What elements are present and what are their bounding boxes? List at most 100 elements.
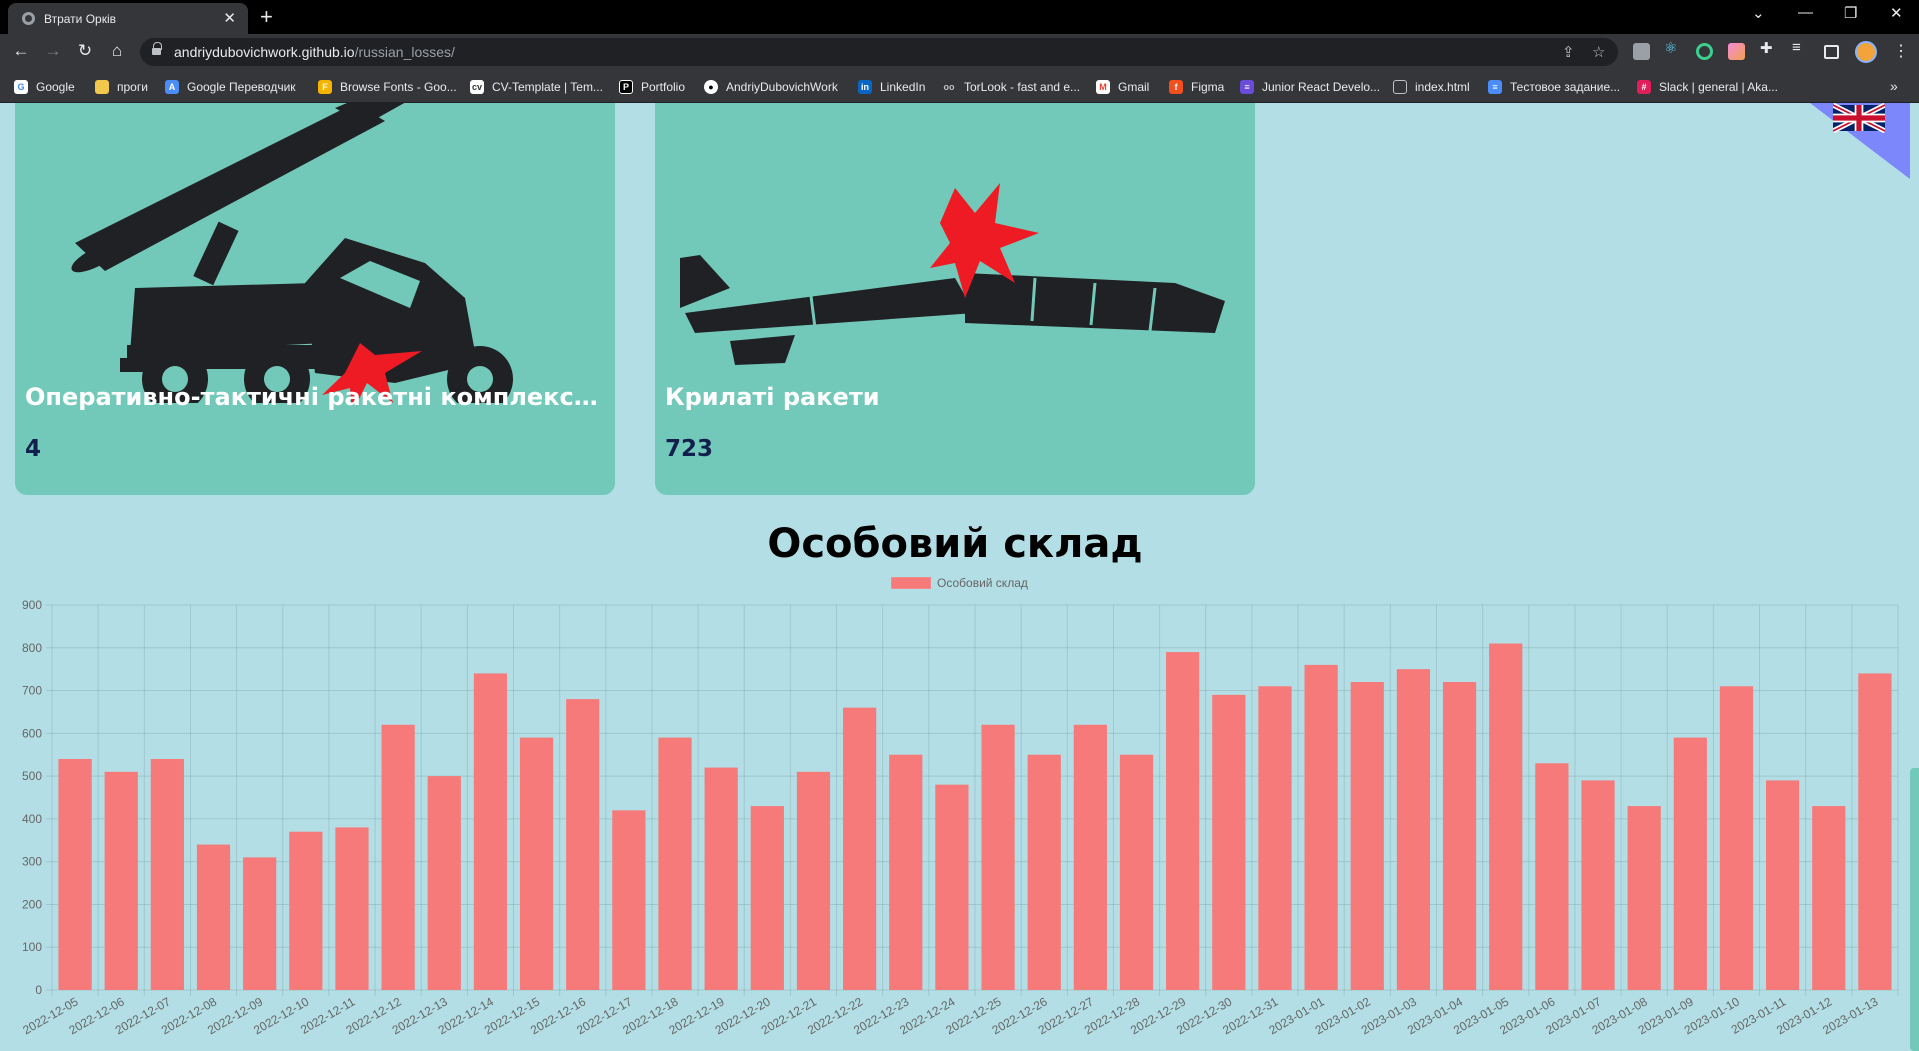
side-panel-icon[interactable] bbox=[1824, 45, 1839, 59]
extension-screenshot-icon[interactable] bbox=[1633, 43, 1650, 60]
bar[interactable] bbox=[1719, 686, 1754, 990]
share-icon[interactable]: ⇪ bbox=[1562, 43, 1575, 61]
bar[interactable] bbox=[704, 767, 738, 990]
back-icon[interactable]: ← bbox=[10, 41, 32, 61]
bar[interactable] bbox=[1166, 652, 1200, 990]
github-icon: ● bbox=[704, 80, 718, 94]
y-tick-label: 100 bbox=[22, 940, 42, 954]
bookmark-docs[interactable]: ≡ Тестовое задание... bbox=[1488, 78, 1620, 96]
bar[interactable] bbox=[1304, 664, 1338, 990]
y-tick-label: 400 bbox=[22, 812, 42, 826]
browser-menu-icon[interactable]: ⋮ bbox=[1893, 41, 1909, 61]
bookmarks-bar: G Google проги A Google Переводчик F Browse… bbox=[0, 70, 1919, 103]
slack-icon: # bbox=[1637, 80, 1651, 94]
new-tab-icon[interactable]: + bbox=[260, 4, 273, 30]
bookmark-github[interactable]: ● AndriyDubovichWork bbox=[704, 78, 838, 96]
bar[interactable] bbox=[658, 737, 692, 990]
profile-avatar[interactable] bbox=[1855, 41, 1877, 63]
bar[interactable] bbox=[1119, 754, 1154, 990]
bookmarks-overflow-icon[interactable]: » bbox=[1890, 78, 1898, 94]
bar[interactable] bbox=[1858, 673, 1892, 990]
url-text[interactable]: andriydubovichwork.github.io/russian_los… bbox=[174, 44, 455, 60]
y-tick-label: 200 bbox=[22, 897, 42, 911]
tab-search-icon[interactable]: ⌄ bbox=[1752, 4, 1765, 22]
bookmark-linkedin[interactable]: in LinkedIn bbox=[858, 78, 925, 96]
bar[interactable] bbox=[981, 724, 1015, 990]
job-icon: ≡ bbox=[1240, 80, 1254, 94]
y-tick-label: 300 bbox=[22, 855, 42, 869]
bar[interactable] bbox=[519, 737, 554, 990]
lock-icon[interactable] bbox=[152, 42, 162, 57]
bookmark-job[interactable]: ≡ Junior React Develo... bbox=[1240, 78, 1380, 96]
bar[interactable] bbox=[473, 673, 508, 990]
bookmark-torlook[interactable]: oo TorLook - fast and e... bbox=[942, 78, 1081, 96]
bookmark-translate[interactable]: A Google Переводчик bbox=[165, 78, 296, 96]
bar[interactable] bbox=[104, 771, 138, 990]
cv-icon: cv bbox=[470, 80, 484, 94]
bookmark-slack[interactable]: # Slack | general | Aka... bbox=[1637, 78, 1778, 96]
bar[interactable] bbox=[935, 784, 969, 990]
restore-icon[interactable]: ❐ bbox=[1844, 4, 1857, 22]
card-count: 723 bbox=[665, 436, 714, 462]
scrollbar-thumb[interactable] bbox=[1910, 768, 1919, 1051]
bar[interactable] bbox=[1212, 694, 1246, 990]
home-icon[interactable]: ⌂ bbox=[106, 41, 128, 61]
loss-card-cruise-missiles[interactable]: Крилаті ракети 723 bbox=[655, 103, 1255, 495]
extension-ring-icon[interactable] bbox=[1696, 43, 1713, 60]
bar[interactable] bbox=[1396, 669, 1431, 990]
bookmark-index-html[interactable]: index.html bbox=[1393, 78, 1470, 96]
bar[interactable] bbox=[1442, 682, 1477, 990]
close-window-icon[interactable]: ✕ bbox=[1890, 4, 1903, 22]
forward-icon[interactable]: → bbox=[42, 41, 64, 61]
bar[interactable] bbox=[58, 759, 92, 990]
reload-icon[interactable]: ↻ bbox=[74, 41, 96, 61]
bar[interactable] bbox=[1027, 754, 1061, 990]
google-icon: G bbox=[14, 80, 28, 94]
bookmark-cv-template[interactable]: cv CV-Template | Tem... bbox=[470, 78, 603, 96]
bar[interactable] bbox=[381, 724, 415, 990]
bookmark-fonts[interactable]: F Browse Fonts - Goo... bbox=[318, 78, 457, 96]
bar[interactable] bbox=[843, 707, 877, 990]
uk-flag-icon[interactable] bbox=[1833, 103, 1885, 133]
extension-gradient-icon[interactable] bbox=[1728, 43, 1745, 60]
bookmark-folder[interactable]: проги bbox=[95, 78, 148, 96]
bar[interactable] bbox=[196, 844, 231, 990]
bar[interactable] bbox=[289, 831, 323, 990]
bar[interactable] bbox=[889, 754, 923, 990]
address-bar[interactable]: andriydubovichwork.github.io/russian_los… bbox=[140, 38, 1618, 66]
bar[interactable] bbox=[612, 810, 646, 990]
bookmark-star-icon[interactable]: ☆ bbox=[1592, 43, 1605, 61]
bookmark-google[interactable]: G Google bbox=[14, 78, 75, 96]
media-control-icon[interactable]: ≡ bbox=[1792, 39, 1809, 56]
bar[interactable] bbox=[1673, 737, 1707, 990]
bar[interactable] bbox=[1581, 780, 1615, 990]
bookmark-portfolio[interactable]: P Portfolio bbox=[619, 78, 685, 96]
bar[interactable] bbox=[150, 759, 184, 990]
personnel-bar-chart: 01002003004005006007008009002022-12-0520… bbox=[20, 598, 1899, 1037]
y-tick-label: 500 bbox=[22, 769, 42, 783]
bar[interactable] bbox=[335, 827, 369, 990]
minimize-icon[interactable]: — bbox=[1798, 4, 1813, 21]
extensions-puzzle-icon[interactable]: ✚ bbox=[1760, 39, 1777, 57]
bar[interactable] bbox=[566, 699, 600, 990]
bookmark-figma[interactable]: f Figma bbox=[1169, 78, 1224, 96]
bar[interactable] bbox=[750, 806, 784, 990]
bar[interactable] bbox=[1812, 806, 1846, 990]
react-devtools-icon[interactable]: ⚛ bbox=[1664, 39, 1681, 57]
bar[interactable] bbox=[1489, 643, 1523, 991]
browser-tab[interactable]: Втрати Орків ✕ bbox=[8, 3, 248, 34]
bar[interactable] bbox=[427, 776, 461, 990]
chart-legend[interactable]: Особовий склад bbox=[891, 576, 1028, 590]
bar[interactable] bbox=[1535, 763, 1569, 990]
bar[interactable] bbox=[1073, 724, 1107, 990]
bar[interactable] bbox=[1350, 682, 1384, 990]
bar[interactable] bbox=[243, 857, 277, 990]
bar[interactable] bbox=[796, 771, 831, 990]
loss-card-tactical-missiles[interactable]: Оперативно-тактичні ракетні комплекси т.… bbox=[15, 103, 615, 495]
tab-close-icon[interactable]: ✕ bbox=[223, 9, 236, 27]
translate-icon: A bbox=[165, 80, 179, 94]
bar[interactable] bbox=[1766, 780, 1800, 990]
bookmark-gmail[interactable]: M Gmail bbox=[1096, 78, 1149, 96]
bar[interactable] bbox=[1258, 686, 1292, 990]
bar[interactable] bbox=[1627, 806, 1661, 990]
